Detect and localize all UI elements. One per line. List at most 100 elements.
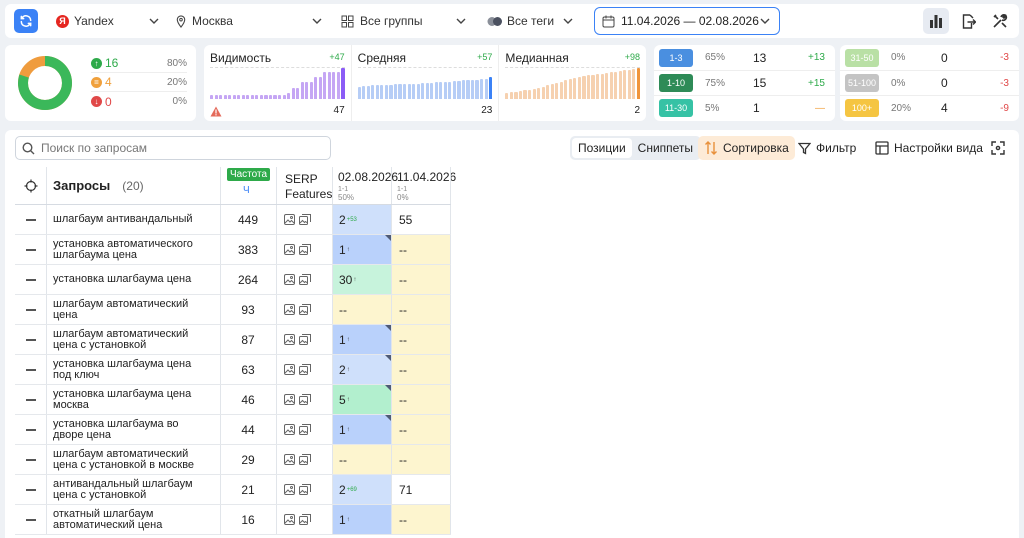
query-text[interactable]: шлагбаум автоматический цена: [53, 295, 218, 324]
tags-select[interactable]: Все теги: [487, 4, 574, 38]
position-cell-previous[interactable]: --: [392, 295, 450, 324]
row-toggle-button[interactable]: [15, 385, 46, 414]
serp-features-cell[interactable]: [281, 295, 331, 324]
metric-average[interactable]: Средняя +57 23: [352, 45, 500, 121]
position-cell-previous[interactable]: --: [392, 505, 450, 534]
position-cell-current[interactable]: 1 ↑: [333, 415, 391, 444]
date-column-1[interactable]: 02.08.2026: [338, 170, 398, 184]
query-text[interactable]: установка шлагбаума цена: [53, 265, 218, 294]
position-cell-current[interactable]: 1 ↑: [333, 325, 391, 354]
table-row[interactable]: установка шлагбаума цена под ключ 63 2 ↑ --: [15, 355, 451, 385]
charts-button[interactable]: [923, 8, 949, 34]
filter-button[interactable]: Фильтр: [798, 136, 856, 160]
table-row[interactable]: антивандальный шлагбаум цена с установкой…: [15, 475, 451, 505]
position-cell-current[interactable]: --: [333, 445, 391, 474]
row-toggle-button[interactable]: [15, 355, 46, 384]
row-toggle-button[interactable]: [15, 325, 46, 354]
target-column-header[interactable]: [15, 167, 46, 204]
row-toggle-button[interactable]: [15, 235, 46, 264]
frequency-type[interactable]: Ч: [243, 185, 250, 196]
refresh-button[interactable]: [14, 9, 38, 33]
table-row[interactable]: шлагбаум автоматический цена с установкой…: [15, 325, 451, 355]
range-row[interactable]: 1-3 65% 13 +13: [654, 45, 835, 70]
range-row[interactable]: 51-100 0% 0 -3: [840, 70, 1019, 95]
search-input[interactable]: [41, 141, 321, 155]
query-text[interactable]: установка шлагбаума цена москва: [53, 385, 218, 414]
position-cell-previous[interactable]: 71: [392, 475, 450, 504]
sort-button[interactable]: Сортировка: [698, 136, 795, 160]
row-toggle-button[interactable]: [15, 475, 46, 504]
query-text[interactable]: антивандальный шлагбаум цена с установкой: [53, 475, 218, 504]
position-value: 55: [399, 212, 413, 227]
search-engine-select[interactable]: Я Yandex: [56, 4, 160, 38]
table-row[interactable]: установка шлагбаума цена 264 30 ↑ --: [15, 265, 451, 295]
position-cell-current[interactable]: 1 ↑: [333, 505, 391, 534]
serp-features-cell[interactable]: [281, 205, 331, 234]
metric-visibility[interactable]: Видимость +47 47: [204, 45, 352, 121]
search-box[interactable]: [15, 136, 331, 160]
row-toggle-button[interactable]: [15, 205, 46, 234]
serp-features-cell[interactable]: [281, 445, 331, 474]
query-text[interactable]: шлагбаум антивандальный: [53, 205, 218, 234]
tools-button[interactable]: [987, 8, 1013, 34]
serp-features-cell[interactable]: [281, 235, 331, 264]
range-row[interactable]: 1-10 75% 15 +15: [654, 70, 835, 95]
table-row[interactable]: установка шлагбаума цена москва 46 5 ↑ --: [15, 385, 451, 415]
region-select[interactable]: Москва: [175, 4, 323, 38]
query-text[interactable]: откатный шлагбаум автоматический цена: [53, 505, 218, 534]
date-range-picker[interactable]: 11.04.2026 — 02.08.2026: [594, 7, 780, 35]
serp-features-cell[interactable]: [281, 415, 331, 444]
table-row[interactable]: установка автоматического шлагбаума цена 3…: [15, 235, 451, 265]
query-text[interactable]: установка шлагбаума цена под ключ: [53, 355, 218, 384]
metric-median[interactable]: Медианная +98 2: [499, 45, 646, 121]
query-text[interactable]: установка шлагбаума во дворе цена: [53, 415, 218, 444]
range-row[interactable]: 31-50 0% 0 -3: [840, 45, 1019, 70]
position-cell-previous[interactable]: --: [392, 415, 450, 444]
serp-features-cell[interactable]: [281, 355, 331, 384]
position-cell-current[interactable]: 1 ↑: [333, 235, 391, 264]
serp-features-cell[interactable]: [281, 325, 331, 354]
table-row[interactable]: шлагбаум автоматический цена 93 -- --: [15, 295, 451, 325]
position-cell-current[interactable]: 2 +69: [333, 475, 391, 504]
fullscreen-button[interactable]: [991, 136, 1005, 160]
position-cell-current[interactable]: 2 ↑: [333, 355, 391, 384]
serp-features-cell[interactable]: [281, 505, 331, 534]
serp-features-cell[interactable]: [281, 265, 331, 294]
position-cell-current[interactable]: 2 +53: [333, 205, 391, 234]
row-toggle-button[interactable]: [15, 265, 46, 294]
table-row[interactable]: шлагбаум автоматический цена с установкой…: [15, 445, 451, 475]
table-row[interactable]: откатный шлагбаум автоматический цена 16 1 ↑…: [15, 505, 451, 535]
date-column-2[interactable]: 11.04.2026: [397, 170, 456, 184]
position-cell-current[interactable]: 30 ↑: [333, 265, 391, 294]
view-settings-button[interactable]: Настройки вида: [875, 136, 983, 160]
range-row[interactable]: 100+ 20% 4 -9: [840, 95, 1019, 120]
position-cell-previous[interactable]: --: [392, 445, 450, 474]
queries-column-header[interactable]: Запросы (20): [53, 167, 144, 204]
row-toggle-button[interactable]: [15, 295, 46, 324]
position-cell-previous[interactable]: --: [392, 265, 450, 294]
row-toggle-button[interactable]: [15, 445, 46, 474]
sparkbar: [618, 71, 622, 99]
query-text[interactable]: шлагбаум автоматический цена с установкой…: [53, 445, 218, 474]
groups-select[interactable]: Все группы: [341, 4, 467, 38]
position-cell-previous[interactable]: 55: [392, 205, 450, 234]
serp-features-cell[interactable]: [281, 385, 331, 414]
tab-snippets[interactable]: Сниппеты: [632, 138, 699, 158]
position-cell-current[interactable]: --: [333, 295, 391, 324]
position-cell-previous[interactable]: --: [392, 325, 450, 354]
table-row[interactable]: шлагбаум антивандальный 449 2 +53 55: [15, 205, 451, 235]
frequency-badge[interactable]: Частота: [227, 168, 270, 181]
export-button[interactable]: [955, 8, 981, 34]
row-toggle-button[interactable]: [15, 505, 46, 534]
table-row[interactable]: установка шлагбаума во дворе цена 44 1 ↑ --: [15, 415, 451, 445]
position-cell-current[interactable]: 5 ↑: [333, 385, 391, 414]
position-cell-previous[interactable]: --: [392, 385, 450, 414]
serp-features-cell[interactable]: [281, 475, 331, 504]
query-text[interactable]: установка автоматического шлагбаума цена: [53, 235, 218, 264]
position-cell-previous[interactable]: --: [392, 355, 450, 384]
row-toggle-button[interactable]: [15, 415, 46, 444]
position-cell-previous[interactable]: --: [392, 235, 450, 264]
range-row[interactable]: 11-30 5% 1 —: [654, 95, 835, 120]
query-text[interactable]: шлагбаум автоматический цена с установкой: [53, 325, 218, 354]
tab-positions[interactable]: Позиции: [572, 138, 632, 158]
